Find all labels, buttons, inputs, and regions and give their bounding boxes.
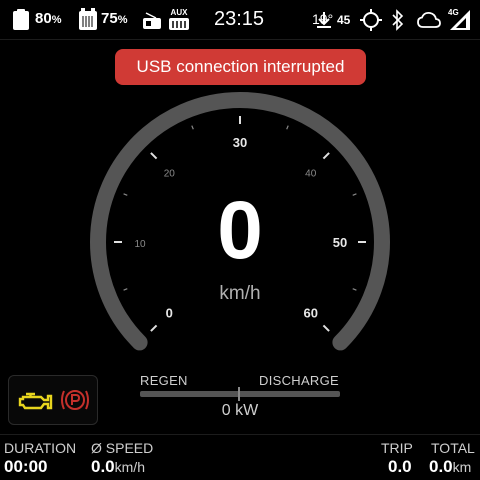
gauge-minor-tick [123, 288, 128, 291]
gauge-minor-tick [352, 288, 357, 291]
trip-label: TRIP [381, 440, 413, 456]
gauge-minor-tick [352, 193, 357, 196]
gauge-tick-label: 20 [164, 168, 176, 179]
gauge-major-tick [322, 152, 330, 160]
discharge-label: DISCHARGE [259, 373, 339, 388]
duration-value: 00:00 [4, 457, 48, 476]
gauge-tick-label: 0 [166, 306, 173, 321]
gauge-major-tick [150, 152, 158, 160]
parking-brake-icon [61, 390, 89, 410]
gauge-minor-tick [123, 193, 128, 196]
gauge-tick-label: 40 [305, 168, 317, 179]
stats-divider [0, 434, 480, 435]
gauge-tick-label: 60 [303, 306, 317, 321]
gauge-tick-label: 50 [333, 235, 347, 250]
gauge-major-tick [322, 324, 330, 332]
power-bar-center-marker [238, 387, 240, 401]
total-label: TOTAL [431, 440, 475, 456]
avg-speed-label: Ø SPEED [91, 440, 154, 456]
speed-value: 0 [217, 185, 263, 276]
duration-label: DURATION [4, 440, 77, 456]
avg-speed-unit: km/h [114, 459, 145, 475]
gauge-tick-label: 30 [233, 135, 247, 150]
gauge-minor-tick [286, 125, 289, 130]
avg-speed-stat: 0.0km/h [91, 457, 145, 477]
power-value: 0 kW [221, 402, 259, 419]
warning-lights-panel [8, 375, 98, 425]
speed-unit: km/h [219, 283, 261, 304]
trip-value: 0.0 [388, 457, 412, 476]
check-engine-icon [18, 392, 53, 410]
power-bar [140, 391, 340, 397]
regen-label: REGEN [140, 373, 188, 388]
total-stat: 0.0km [429, 457, 471, 477]
gauge-major-tick [150, 324, 158, 332]
total-unit: km [452, 459, 472, 475]
gauge-tick-label: 10 [134, 239, 146, 250]
gauge-minor-tick [191, 125, 194, 130]
avg-speed-value: 0.0 [91, 457, 115, 476]
total-value: 0.0 [429, 457, 453, 476]
